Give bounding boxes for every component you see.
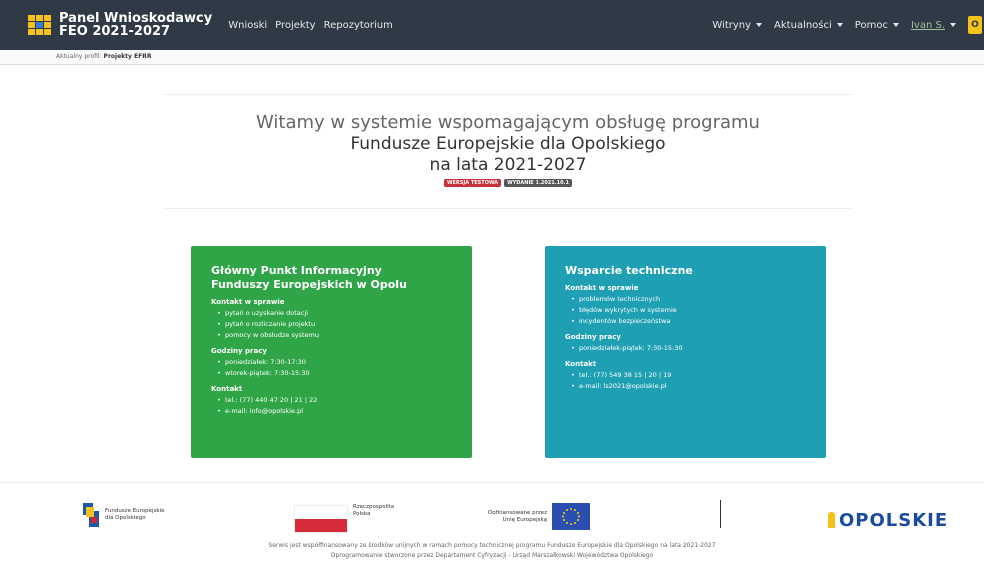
tech-support-card: Wsparcie techniczne Kontakt w sprawie pr… xyxy=(545,246,826,458)
phone-item: tel.: (77) 440 47 20 | 21 | 22 xyxy=(217,395,452,406)
fe-logo: Fundusze Europejskie dla Opolskiego xyxy=(83,503,165,527)
tech-support-title: Wsparcie techniczne xyxy=(565,264,693,277)
top-navbar: Panel Wnioskodawcy FEO 2021-2027 Wnioski… xyxy=(0,0,984,50)
info-point-title-line1: Główny Punkt Informacyjny xyxy=(211,264,382,277)
nav-wnioski[interactable]: Wnioski xyxy=(228,20,267,31)
welcome-line3: na lata 2021-2027 xyxy=(429,155,587,175)
footer-text-line2: Oprogramowanie stworzone przez Departame… xyxy=(330,552,654,559)
footer-text-line1: Serwis jest współfinansowany ze środków … xyxy=(268,542,716,549)
nav-aktualnosci-label: Aktualności xyxy=(774,19,832,31)
contact-heading: Kontakt xyxy=(211,385,243,393)
test-version-badge: WERSJA TESTOWA xyxy=(444,179,502,187)
info-point-title-line2: Funduszy Europejskich w Opolu xyxy=(211,278,407,291)
polish-flag-icon xyxy=(295,506,347,532)
chevron-down-icon xyxy=(756,23,763,27)
contact-heading: Kontakt xyxy=(565,360,597,368)
nav-projekty[interactable]: Projekty xyxy=(275,20,315,31)
divider xyxy=(163,94,853,95)
chevron-down-icon xyxy=(950,23,956,27)
list-item: błędów wykrytych w systemie xyxy=(571,305,806,316)
email-link[interactable]: e-mail: info@opolskie.pl xyxy=(217,406,452,417)
rp-logo-line1: Rzeczpospolita xyxy=(353,504,395,510)
brand-subtitle: FEO 2021-2027 xyxy=(59,24,171,39)
eu-logo-line2: Unię Europejską xyxy=(502,516,548,523)
nav-pomoc-dropdown[interactable]: Pomoc xyxy=(855,20,899,31)
profile-value[interactable]: Projekty EFRR xyxy=(104,53,152,60)
opolskie-logo-text: OPOLSKIE xyxy=(839,510,949,531)
info-point-card: Główny Punkt Informacyjny Funduszy Europ… xyxy=(191,246,472,458)
user-name: Ivan S. xyxy=(910,19,945,31)
divider xyxy=(0,482,984,483)
list-item: pytań o rozliczanie projektu xyxy=(217,319,452,330)
welcome-line1: Witamy w systemie wspomagającym obsługę … xyxy=(256,112,760,133)
user-menu-dropdown[interactable]: Ivan S. xyxy=(911,20,956,31)
opolskie-logo-icon xyxy=(828,512,835,528)
fe-logo-line1: Fundusze Europejskie xyxy=(105,508,165,514)
email-link[interactable]: e-mail: ls2021@opolskie.pl xyxy=(571,381,806,392)
contact-topics-heading: Kontakt w sprawie xyxy=(565,284,639,292)
eu-logo: Dofinansowane przez Unię Europejską xyxy=(488,503,591,530)
nav-repozytorium[interactable]: Repozytorium xyxy=(324,20,393,31)
list-item: poniedziałek-piątek: 7:30-15:30 xyxy=(571,343,806,354)
welcome-section: Witamy w systemie wspomagającym obsługę … xyxy=(163,112,853,187)
nav-witryny-label: Witryny xyxy=(712,19,752,31)
list-item: pytań o uzyskanie dotacji xyxy=(217,308,452,319)
contact-topics-heading: Kontakt w sprawie xyxy=(211,298,285,306)
eu-flag-icon xyxy=(552,503,591,530)
phone-item: tel.: (77) 549 38 15 | 20 | 19 xyxy=(571,370,806,381)
divider xyxy=(720,500,721,528)
profile-label: Aktualny profil: xyxy=(56,53,102,60)
chevron-down-icon xyxy=(836,23,843,27)
working-hours-heading: Godziny pracy xyxy=(211,347,267,355)
fe-logo-line2: dla Opolskiego xyxy=(105,515,146,521)
release-version-badge: WYDANIE 1.2021.10.1 xyxy=(504,179,572,187)
footer-text: Serwis jest współfinansowany ze środków … xyxy=(0,541,984,561)
list-item: poniedziałek: 7:30-17:30 xyxy=(217,357,452,368)
opolskie-logo: OPOLSKIE xyxy=(828,510,948,531)
fe-logo-icon xyxy=(83,503,99,527)
nav-aktualnosci-dropdown[interactable]: Aktualności xyxy=(774,20,843,31)
notification-button[interactable]: O xyxy=(968,16,982,34)
rp-logo: Rzeczpospolita Polska xyxy=(295,504,395,532)
brand-link[interactable]: Panel Wnioskodawcy FEO 2021-2027 xyxy=(28,12,212,38)
working-hours-heading: Godziny pracy xyxy=(565,333,621,341)
rp-logo-line2: Polska xyxy=(353,511,371,517)
nav-witryny-dropdown[interactable]: Witryny xyxy=(712,19,763,31)
nav-pomoc-label: Pomoc xyxy=(854,19,888,31)
divider xyxy=(163,208,853,209)
welcome-line2: Fundusze Europejskie dla Opolskiego xyxy=(350,134,666,154)
eu-logo-line1: Dofinansowane przez xyxy=(488,509,548,516)
chevron-down-icon xyxy=(892,23,899,27)
list-item: pomocy w obsłudze systemu xyxy=(217,330,452,341)
brand-logo-icon xyxy=(28,15,51,35)
list-item: problemów technicznych xyxy=(571,294,806,305)
list-item: wtorek-piątek: 7:30-15:30 xyxy=(217,368,452,379)
list-item: incydentów bezpieczeństwa xyxy=(571,316,806,327)
profile-bar: Aktualny profil: Projekty EFRR xyxy=(0,50,984,65)
